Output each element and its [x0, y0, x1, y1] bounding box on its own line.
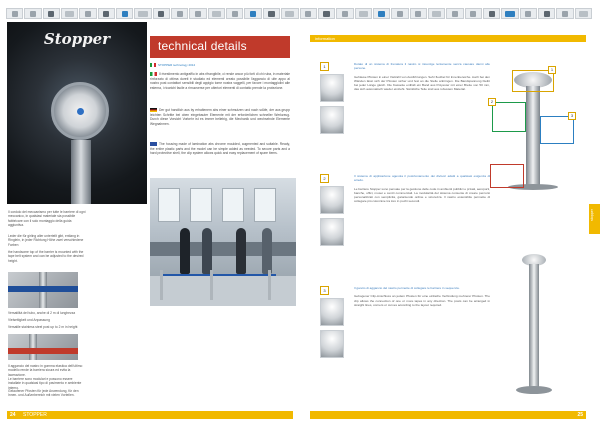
product-detail-3: [320, 186, 344, 214]
post-shaft-large: [526, 86, 540, 186]
page-number-right: 25: [577, 412, 583, 418]
section-2: 2 Il sistema di applicazione agevola il …: [320, 174, 490, 284]
thumbnail-item[interactable]: [97, 8, 116, 19]
thumbnail-item[interactable]: [207, 8, 226, 19]
footer-brand: STOPPER: [23, 412, 47, 418]
caption-9: Gelaufener Pfosten für jede Anwendung, f…: [8, 389, 79, 398]
post-product-photo: [514, 254, 554, 400]
paragraph-english: The housing made of lamination abs chrom…: [150, 142, 290, 156]
product-detail-2: [320, 106, 344, 134]
thumbnail-item[interactable]: [372, 8, 391, 19]
section-2-text: Il sistema di applicazione agevola il po…: [354, 174, 490, 204]
thumbnail-item[interactable]: [226, 8, 244, 19]
thumbnail-item[interactable]: [354, 8, 372, 19]
subtitle-label: STOPPER technology 2012: [150, 63, 195, 68]
thumbnail-item[interactable]: [409, 8, 427, 19]
thumbnail-item[interactable]: [501, 8, 519, 19]
callout-number-3: 3: [568, 112, 576, 120]
section-number-2: 2: [320, 174, 329, 183]
thumbnail-strip: [6, 8, 592, 19]
right-footer-bar: 25: [310, 411, 586, 419]
callout-box-2: [492, 102, 526, 132]
product-detail-4: [320, 218, 344, 246]
thumbnail-item[interactable]: [317, 8, 336, 19]
side-tab-label: stopper: [590, 209, 594, 221]
section-3-text: Il gancio di aggancio del nastro permett…: [354, 286, 490, 307]
italian-flag-icon: [150, 72, 157, 77]
thumbnail-item[interactable]: [464, 8, 482, 19]
callout-number-1: 1: [548, 66, 556, 74]
thumbnail-item[interactable]: [116, 8, 134, 19]
callout-box-3: [540, 116, 574, 144]
page-title: technical details: [158, 39, 247, 53]
gauge-icon: [51, 82, 109, 140]
thumbnail-item[interactable]: [537, 8, 556, 19]
thumbnail-item[interactable]: [446, 8, 464, 19]
page-number-left: 24: [10, 412, 16, 418]
section-number-3: 3: [320, 286, 329, 295]
post-photo-2: [8, 334, 78, 360]
paragraph-german: Der gut handlich aus by erhaltenem abs e…: [150, 108, 290, 126]
thumbnail-item[interactable]: [299, 8, 317, 19]
left-footer-bar: 24 STOPPER: [7, 411, 293, 419]
product-detail-1: [320, 74, 344, 102]
product-hero-photo: Stopper: [7, 22, 147, 204]
caption-1: Il cordolo del meccanismo per tutte le b…: [8, 210, 86, 228]
thumbnail-item[interactable]: [391, 8, 409, 19]
thumbnail-item[interactable]: [574, 8, 592, 19]
product-detail-5: [320, 298, 344, 326]
thumbnail-item[interactable]: [482, 8, 501, 19]
title-banner: technical details: [150, 36, 290, 58]
bank-queue-photo: [150, 178, 296, 306]
product-detail-6: [320, 330, 344, 358]
thumbnail-item[interactable]: [171, 8, 189, 19]
thumbnail-item[interactable]: [24, 8, 42, 19]
callout-box-4: [490, 164, 524, 188]
thumbnail-item[interactable]: [262, 8, 281, 19]
thumbnail-item[interactable]: [519, 8, 537, 19]
section-number-1: 1: [320, 62, 329, 71]
thumbnail-item[interactable]: [134, 8, 152, 19]
caption-4: Versatilità del tubo, anche di 2 m di lu…: [8, 311, 76, 315]
thumbnail-item[interactable]: [42, 8, 61, 19]
caption-7: Il aggancio del nastro in gomma elastica…: [8, 364, 83, 377]
caption-5: Vielseitigkeit und Anpassung: [8, 318, 50, 322]
thumbnail-item[interactable]: [79, 8, 97, 19]
side-tab-stopper[interactable]: stopper: [589, 204, 600, 234]
thumbnail-item[interactable]: [427, 8, 446, 19]
section-1-text: Dotato di un sistema di frenatura il nas…: [354, 62, 490, 92]
english-flag-icon: [150, 142, 157, 147]
thumbnail-item[interactable]: [189, 8, 207, 19]
left-page: Stopper Il cordolo del meccanismo per tu…: [0, 22, 300, 426]
thumbnail-item[interactable]: [556, 8, 574, 19]
thumbnail-item[interactable]: [244, 8, 262, 19]
post-photo-1: [8, 272, 78, 308]
caption-2: Leder die für girling aller unterteilt g…: [8, 234, 84, 247]
paragraph-italian: Il rivestimento antigraffio in abs rifra…: [150, 72, 290, 90]
info-header-bar: information: [310, 35, 586, 42]
caption-6: Versatile stainless steel post up to 2 m…: [8, 325, 78, 329]
right-page: information 1 Dotato di un sistema di fr…: [308, 22, 600, 426]
thumbnail-item[interactable]: [152, 8, 171, 19]
section-3: 3 Il gancio di aggancio del nastro perme…: [320, 286, 490, 396]
info-title: information: [315, 36, 335, 41]
product-callout-diagram: 1 2 3: [486, 66, 582, 190]
thumbnail-item[interactable]: [6, 8, 24, 19]
thumbnail-item[interactable]: [61, 8, 79, 19]
thumbnail-item[interactable]: [336, 8, 354, 19]
post-shaft: [71, 140, 91, 204]
brand-text: Stopper: [44, 30, 111, 48]
thumbnail-item[interactable]: [281, 8, 299, 19]
caption-3: the handsome top of the barrier is mount…: [8, 250, 84, 263]
callout-number-2: 2: [488, 98, 496, 106]
section-1: 1 Dotato di un sistema di frenatura il n…: [320, 62, 490, 172]
german-flag-icon: [150, 108, 157, 113]
stopper-logo: Stopper: [44, 30, 111, 48]
